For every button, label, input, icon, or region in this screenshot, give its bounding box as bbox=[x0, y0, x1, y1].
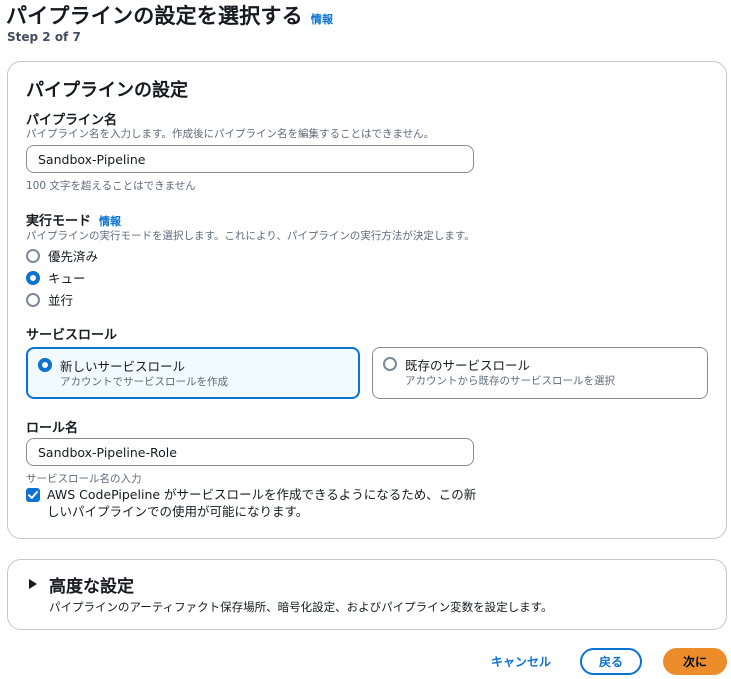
tile-title: 新しいサービスロール bbox=[60, 359, 186, 374]
option-label: 並行 bbox=[48, 293, 74, 308]
execution-mode-label: 実行モード 情報 bbox=[26, 210, 121, 229]
tile-description: アカウントでサービスロールを作成 bbox=[60, 376, 228, 388]
execution-mode-label-text: 実行モード bbox=[26, 214, 92, 229]
radio-button[interactable] bbox=[383, 357, 397, 371]
execution-mode-info-link[interactable]: 情報 bbox=[99, 213, 121, 229]
tile-description: アカウントから既存のサービスロールを選択 bbox=[405, 375, 615, 387]
back-button[interactable]: 戻る bbox=[580, 648, 642, 675]
pipeline-name-input[interactable] bbox=[26, 145, 474, 173]
next-button[interactable]: 次に bbox=[663, 648, 727, 675]
page-title-text: パイプラインの設定を選択する bbox=[6, 4, 303, 28]
execution-mode-description: パイプラインの実行モードを選択します。これにより、パイプラインの実行方法が決定し… bbox=[26, 230, 475, 242]
role-name-label: ロール名 bbox=[26, 421, 79, 436]
radio-button[interactable] bbox=[26, 248, 40, 263]
create-role-checkbox[interactable] bbox=[26, 488, 40, 502]
role-name-input[interactable] bbox=[26, 438, 474, 466]
execution-mode-option-parallel[interactable]: 並行 bbox=[26, 290, 73, 309]
service-role-tile-new[interactable]: 新しいサービスロール アカウントでサービスロールを作成 bbox=[26, 347, 360, 399]
cancel-button[interactable]: キャンセル bbox=[482, 648, 560, 675]
caret-right-icon[interactable] bbox=[28, 578, 38, 590]
checkmark-icon bbox=[28, 491, 38, 499]
title-info-link[interactable]: 情報 bbox=[311, 11, 333, 27]
service-role-label: サービスロール bbox=[26, 328, 118, 343]
radio-button[interactable] bbox=[26, 292, 40, 307]
advanced-settings-toggle[interactable]: 高度な設定 bbox=[49, 572, 134, 597]
page-title: パイプラインの設定を選択する 情報 bbox=[6, 0, 333, 30]
create-role-checkbox-label: AWS CodePipeline がサービスロールを作成できるようになるため、こ… bbox=[47, 487, 477, 519]
execution-mode-option-superseded[interactable]: 優先済み bbox=[26, 246, 98, 265]
service-role-tile-existing[interactable]: 既存のサービスロール アカウントから既存のサービスロールを選択 bbox=[372, 347, 708, 399]
radio-button-selected[interactable] bbox=[38, 358, 52, 372]
pipeline-name-constraint: 100 文字を超えることはできません bbox=[26, 180, 196, 192]
panel-title: パイプラインの設定 bbox=[26, 80, 188, 101]
advanced-settings-description: パイプラインのアーティファクト保存場所、暗号化設定、およびパイプライン変数を設定… bbox=[49, 600, 553, 614]
tile-title: 既存のサービスロール bbox=[405, 358, 531, 373]
pipeline-name-description: パイプライン名を入力します。作成後にパイプライン名を編集することはできません。 bbox=[26, 128, 435, 140]
advanced-settings-panel: 高度な設定 パイプラインのアーティファクト保存場所、暗号化設定、およびパイプライ… bbox=[7, 559, 727, 630]
step-indicator: Step 2 of 7 bbox=[7, 30, 81, 44]
option-label: キュー bbox=[48, 271, 86, 286]
execution-mode-option-queued[interactable]: キュー bbox=[26, 268, 86, 287]
role-name-hint: サービスロール名の入力 bbox=[26, 473, 142, 485]
radio-button-selected[interactable] bbox=[26, 270, 40, 285]
option-label: 優先済み bbox=[48, 249, 99, 264]
pipeline-settings-panel: パイプラインの設定 パイプライン名 パイプライン名を入力します。作成後にパイプラ… bbox=[7, 61, 727, 539]
